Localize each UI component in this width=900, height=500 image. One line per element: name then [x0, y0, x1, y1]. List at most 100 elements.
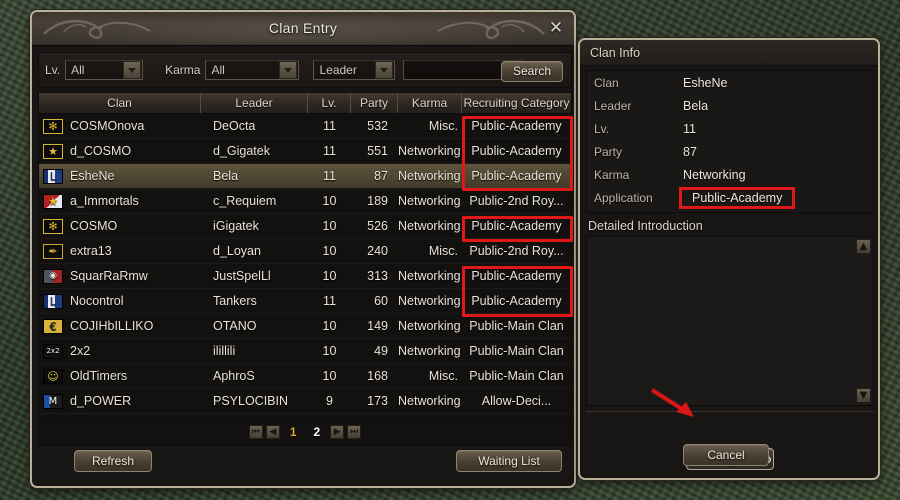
waiting-list-button[interactable]: Waiting List [456, 450, 562, 472]
clan-emblem-extra13-icon: ✒ [43, 243, 63, 259]
cell-leader: d_Loyan [213, 244, 261, 258]
table-row[interactable]: L Nocontrol Tankers 11 60 Networking Public-Ac… [39, 289, 571, 314]
cell-leader: ilillili [213, 344, 236, 358]
clan-name: SquarRaRmw [70, 269, 148, 283]
info-key: Application [594, 190, 653, 205]
detailed-introduction-label: Detailed Introduction [588, 219, 703, 233]
cell-karma: Misc. [428, 244, 458, 258]
cell-clan: ◉ SquarRaRmw [39, 268, 201, 284]
lv-dropdown-value: All [71, 63, 85, 77]
clan-name: Nocontrol [70, 294, 124, 308]
karma-dropdown[interactable]: All [205, 60, 300, 80]
window-titlebar: Clan Entry ✕ [32, 12, 574, 46]
page-title: Clan Entry [268, 20, 338, 36]
cell-clan: Md_POWER [39, 393, 201, 409]
table-row[interactable]: ★ d_COSMO d_Gigatek 11 551 Networking Public-A… [39, 139, 571, 164]
search-button[interactable]: Search [501, 61, 563, 82]
info-key: Karma [594, 167, 630, 182]
cell-leader: AphroS [213, 369, 255, 383]
table-row[interactable]: ✻ COSMO iGigatek 10 526 Networking Public-Acad… [39, 214, 571, 239]
cell-clan: ★ d_COSMO [39, 143, 201, 159]
info-value: Networking [683, 167, 746, 182]
cell-party: 168 [367, 369, 388, 383]
pager-next-button[interactable]: ▶ [330, 425, 345, 439]
table-row[interactable]: Md_POWER PSYLOCIBIN 9 173 Networking Allow-De… [39, 389, 571, 414]
refresh-button[interactable]: Refresh [74, 450, 152, 472]
column-header-clan[interactable]: Clan [39, 93, 201, 113]
column-header-party[interactable]: Party [351, 93, 398, 113]
pager-page-1[interactable]: 1 [290, 425, 297, 439]
cell-lv: 11 [323, 169, 336, 183]
pagination: ⏮ ◀ 1 2 ▶ ⏭ [38, 418, 572, 446]
pager-first-button[interactable]: ⏮ [248, 425, 263, 439]
clan-emblem-eshene-icon: L [43, 168, 63, 184]
waiting-list-button-label: Waiting List [478, 454, 540, 468]
info-value: Bela [683, 98, 709, 113]
cell-recruiting: Public-Academy [471, 144, 562, 158]
arrow-up-icon[interactable]: ▲ [856, 239, 871, 254]
cell-karma: Networking [398, 194, 461, 208]
cell-leader: DeOcta [213, 119, 256, 133]
info-key: Leader [594, 98, 632, 113]
cell-party: 532 [367, 119, 388, 133]
cell-recruiting: Public-Main Clan [469, 344, 564, 358]
table-row[interactable]: ✻ COSMOnova DeOcta 11 532 Misc. Public-Academy [39, 114, 571, 139]
pager-prev-button[interactable]: ◀ [265, 425, 280, 439]
column-header-leader[interactable]: Leader [201, 93, 308, 113]
chevron-down-icon [279, 61, 298, 79]
clan-emblem-immortals-icon: ★ [43, 193, 63, 209]
cell-lv: 11 [323, 294, 336, 308]
cell-recruiting: Public-Main Clan [469, 369, 564, 383]
cell-recruiting: Public-Academy [471, 169, 562, 183]
cell-recruiting: Public-2nd Roy... [469, 194, 564, 208]
filter-bar: Lv. All Karma All Leader Search [38, 52, 572, 88]
table-row[interactable]: ☺ OldTimers AphroS 10 168 Misc. Public-Main Cl… [39, 364, 571, 389]
cell-clan: € COJIHbILLIKO [39, 318, 201, 334]
pager-page-2[interactable]: 2 [314, 425, 321, 439]
cell-party: 526 [367, 219, 388, 233]
cell-karma: Misc. [428, 369, 458, 383]
column-header-karma[interactable]: Karma [398, 93, 462, 113]
column-header-lv[interactable]: Lv. [308, 93, 351, 113]
clan-name: d_COSMO [70, 144, 132, 158]
cell-karma: Misc. [428, 119, 458, 133]
info-key: Lv. [594, 121, 610, 136]
info-value: 87 [683, 144, 697, 159]
cell-karma: Networking [398, 169, 461, 183]
refresh-button-label: Refresh [91, 454, 135, 468]
cell-leader: Bela [213, 169, 239, 183]
cell-karma: Networking [398, 319, 461, 333]
table-row[interactable]: ★ a_Immortals c_Requiem 10 189 Networking Publ… [39, 189, 571, 214]
cell-leader: c_Requiem [213, 194, 277, 208]
pager-last-button[interactable]: ⏭ [347, 425, 362, 439]
search-field-dropdown[interactable]: Leader [313, 60, 396, 80]
chevron-down-icon [123, 61, 142, 79]
table-row[interactable]: ✒ extra13 d_Loyan 10 240 Misc. Public-2nd Roy.… [39, 239, 571, 264]
cell-karma: Networking [398, 344, 461, 358]
cell-party: 551 [367, 144, 388, 158]
cell-clan: ✻ COSMOnova [39, 118, 201, 134]
cell-party: 60 [374, 294, 388, 308]
table-row[interactable]: 2x2 2x2 ilillili 10 49 Networking Public-Main … [39, 339, 571, 364]
cancel-button[interactable]: Cancel [683, 444, 769, 466]
karma-label: Karma [165, 63, 201, 77]
arrow-down-icon[interactable]: ▼ [856, 388, 871, 403]
cell-leader: PSYLOCIBIN [213, 394, 289, 408]
info-key: Party [594, 144, 623, 159]
cell-recruiting: Public-Academy [471, 119, 562, 133]
clan-name: d_POWER [70, 394, 132, 408]
column-header-recruiting-category[interactable]: Recruiting Category [462, 93, 571, 113]
clan-list-table: Clan Leader Lv. Party Karma Recruiting Catego… [38, 92, 573, 417]
clan-emblem-squararmw-icon: ◉ [43, 268, 63, 284]
clan-emblem-nocontrol-icon: L [43, 293, 63, 309]
table-row[interactable]: L EsheNe Bela 11 87 Networking Public-Academy [39, 164, 571, 189]
table-row[interactable]: ◉ SquarRaRmw JustSpelLl 10 313 Networking Publ… [39, 264, 571, 289]
cell-party: 173 [367, 394, 388, 408]
close-icon[interactable]: ✕ [547, 20, 565, 38]
clan-name: COJIHbILLIKO [70, 319, 154, 333]
lv-dropdown[interactable]: All [65, 60, 144, 80]
table-row[interactable]: € COJIHbILLIKO OTANO 10 149 Networking Public-… [39, 314, 571, 339]
info-row-application: Application Public-Academy [587, 186, 873, 209]
cell-leader: OTANO [213, 319, 257, 333]
lv-label: Lv. [45, 63, 61, 77]
